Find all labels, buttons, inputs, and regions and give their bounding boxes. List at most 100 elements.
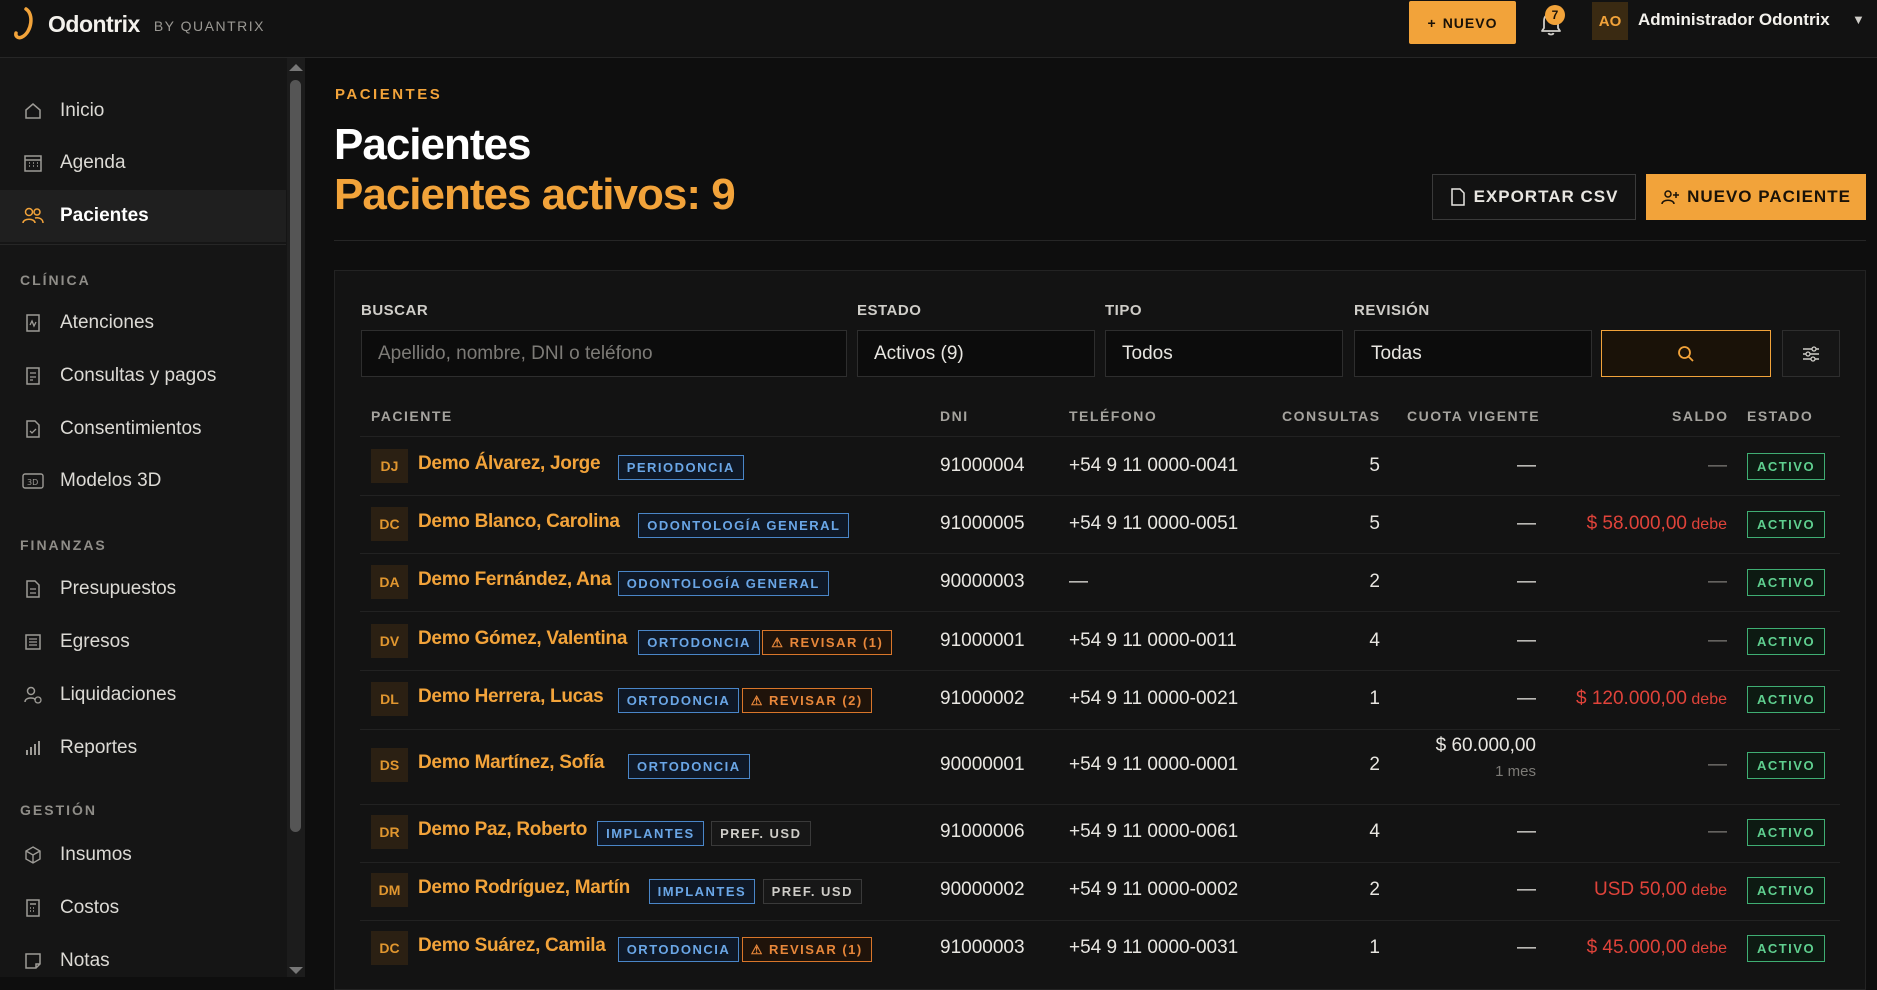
sidebar-item-liquidaciones[interactable]: Liquidaciones bbox=[0, 669, 286, 721]
sidebar-item-costos[interactable]: Costos bbox=[0, 882, 286, 934]
cuota-vigente: — bbox=[1517, 513, 1536, 534]
patient-name-link[interactable]: Demo Gómez, Valentina bbox=[418, 628, 627, 650]
sidebar-item-label: Egresos bbox=[60, 631, 130, 652]
sidebar-item-atenciones[interactable]: Atenciones bbox=[0, 297, 286, 349]
saldo-value: — bbox=[1708, 455, 1727, 476]
column-header-consultas[interactable]: CONSULTAS bbox=[1282, 408, 1381, 424]
export-csv-button[interactable]: EXPORTAR CSV bbox=[1432, 174, 1636, 220]
nuevo-button[interactable]: + NUEVO bbox=[1409, 1, 1516, 44]
calendar-icon bbox=[22, 152, 44, 174]
column-header-paciente[interactable]: PACIENTE bbox=[371, 408, 453, 424]
cuota-vigente: — bbox=[1517, 937, 1536, 958]
status-badge: ACTIVO bbox=[1747, 569, 1825, 596]
patient-dni: 91000002 bbox=[940, 688, 1025, 709]
review-badge[interactable]: ⚠ REVISAR (2) bbox=[741, 688, 872, 713]
box-icon bbox=[22, 844, 44, 866]
column-header-telefono[interactable]: TELÉFONO bbox=[1069, 408, 1157, 424]
cuota-vigente: — bbox=[1517, 630, 1536, 651]
patient-name-link[interactable]: Demo Blanco, Carolina bbox=[418, 511, 620, 533]
document-icon bbox=[22, 578, 44, 600]
divider bbox=[360, 611, 1840, 612]
app-logo[interactable]: Odontrix BY QUANTRIX bbox=[12, 6, 265, 42]
review-badge[interactable]: ⚠ REVISAR (1) bbox=[762, 630, 893, 655]
saldo-debe-label: debe bbox=[1686, 940, 1727, 957]
scroll-up-arrow-icon[interactable] bbox=[289, 64, 303, 71]
sidebar-item-label: Consultas y pagos bbox=[60, 365, 217, 386]
column-header-dni[interactable]: DNI bbox=[940, 408, 969, 424]
sidebar-item-label: Presupuestos bbox=[60, 578, 177, 599]
consultas-count: 2 bbox=[1369, 754, 1380, 775]
cuota-vigente: — bbox=[1517, 455, 1536, 476]
search-button[interactable] bbox=[1601, 330, 1771, 377]
patient-phone: +54 9 11 0000-0051 bbox=[1069, 513, 1239, 534]
patient-name-link[interactable]: Demo Martínez, Sofía bbox=[418, 752, 604, 774]
breadcrumb: PACIENTES bbox=[335, 86, 443, 103]
patient-avatar: DL bbox=[371, 682, 408, 716]
column-header-cuota[interactable]: CUOTA VIGENTE bbox=[1407, 408, 1540, 424]
scroll-down-arrow-icon[interactable] bbox=[289, 967, 303, 974]
consultas-count: 4 bbox=[1369, 821, 1380, 842]
saldo-value: $ 120.000,00 debe bbox=[1576, 688, 1727, 709]
user-avatar[interactable]: AO bbox=[1592, 2, 1628, 40]
sidebar-item-label: Modelos 3D bbox=[60, 470, 162, 491]
patient-name-link[interactable]: Demo Paz, Roberto bbox=[418, 819, 587, 841]
sidebar-item-presupuestos[interactable]: Presupuestos bbox=[0, 563, 286, 615]
sidebar-item-consentimientos[interactable]: Consentimientos bbox=[0, 403, 286, 455]
note-icon bbox=[22, 950, 44, 972]
consultas-count: 2 bbox=[1369, 879, 1380, 900]
patient-avatar: DM bbox=[371, 873, 408, 907]
sidebar-item-agenda[interactable]: Agenda bbox=[0, 137, 286, 189]
consultas-count: 1 bbox=[1369, 688, 1380, 709]
patient-name-link[interactable]: Demo Suárez, Camila bbox=[418, 935, 606, 957]
patient-name-link[interactable]: Demo Álvarez, Jorge bbox=[418, 453, 601, 475]
specialty-tag: ORTODONCIA bbox=[628, 754, 750, 779]
search-input[interactable]: Apellido, nombre, DNI o teléfono bbox=[361, 330, 847, 377]
specialty-tag: ORTODONCIA bbox=[638, 630, 760, 655]
scrollbar-thumb[interactable] bbox=[290, 80, 301, 832]
sidebar-item-notas[interactable]: Notas bbox=[0, 935, 286, 987]
3d-icon: 3D bbox=[22, 470, 44, 492]
column-header-estado[interactable]: ESTADO bbox=[1747, 408, 1813, 424]
tipo-select[interactable]: Todos bbox=[1105, 330, 1343, 377]
user-name[interactable]: Administrador Odontrix bbox=[1638, 10, 1830, 30]
sidebar-item-reportes[interactable]: Reportes bbox=[0, 722, 286, 774]
patient-phone: +54 9 11 0000-0011 bbox=[1069, 630, 1237, 651]
patient-avatar: DA bbox=[371, 565, 408, 599]
patient-name-link[interactable]: Demo Rodríguez, Martín bbox=[418, 877, 630, 899]
patient-phone: — bbox=[1069, 571, 1088, 592]
add-user-icon bbox=[1661, 190, 1680, 205]
sidebar-item-label: Atenciones bbox=[60, 312, 155, 333]
calculator-icon bbox=[22, 897, 44, 919]
patient-name-link[interactable]: Demo Herrera, Lucas bbox=[418, 686, 604, 708]
new-patient-button[interactable]: NUEVO PACIENTE bbox=[1646, 174, 1866, 220]
sidebar-item-inicio[interactable]: Inicio bbox=[0, 85, 286, 137]
saldo-debe-label: debe bbox=[1686, 516, 1727, 533]
receipt-icon bbox=[22, 365, 44, 387]
chevron-down-icon[interactable]: ▼ bbox=[1852, 12, 1865, 27]
section-title-finanzas: FINANZAS bbox=[20, 537, 107, 553]
estado-select[interactable]: Activos (9) bbox=[857, 330, 1095, 377]
currency-pref-badge: PREF. USD bbox=[762, 879, 862, 904]
section-title-clinica: CLÍNICA bbox=[20, 272, 91, 288]
status-badge: ACTIVO bbox=[1747, 819, 1825, 846]
sidebar-item-egresos[interactable]: Egresos bbox=[0, 616, 286, 668]
sidebar-item-modelos-3d[interactable]: 3D Modelos 3D bbox=[0, 455, 286, 507]
patient-name-link[interactable]: Demo Fernández, Ana bbox=[418, 569, 611, 591]
filter-settings-button[interactable] bbox=[1782, 330, 1840, 377]
logo-icon bbox=[14, 7, 33, 40]
sidebar-item-consultas[interactable]: Consultas y pagos bbox=[0, 350, 286, 402]
top-bar: Odontrix BY QUANTRIX + NUEVO 7 AO Admini… bbox=[0, 0, 1877, 58]
section-title-gestion: GESTIÓN bbox=[20, 802, 98, 818]
sidebar-item-pacientes[interactable]: Pacientes bbox=[0, 190, 286, 242]
patient-avatar: DC bbox=[371, 507, 408, 541]
saldo-value: — bbox=[1708, 754, 1727, 775]
specialty-tag: PERIODONCIA bbox=[617, 455, 744, 480]
sidebar-item-insumos[interactable]: Insumos bbox=[0, 829, 286, 881]
currency-pref-badge: PREF. USD bbox=[711, 821, 811, 846]
status-badge: ACTIVO bbox=[1747, 511, 1825, 538]
revision-select[interactable]: Todas bbox=[1354, 330, 1592, 377]
divider bbox=[360, 804, 1840, 805]
saldo-value: — bbox=[1708, 821, 1727, 842]
review-badge[interactable]: ⚠ REVISAR (1) bbox=[741, 937, 872, 962]
column-header-saldo[interactable]: SALDO bbox=[1672, 408, 1729, 424]
